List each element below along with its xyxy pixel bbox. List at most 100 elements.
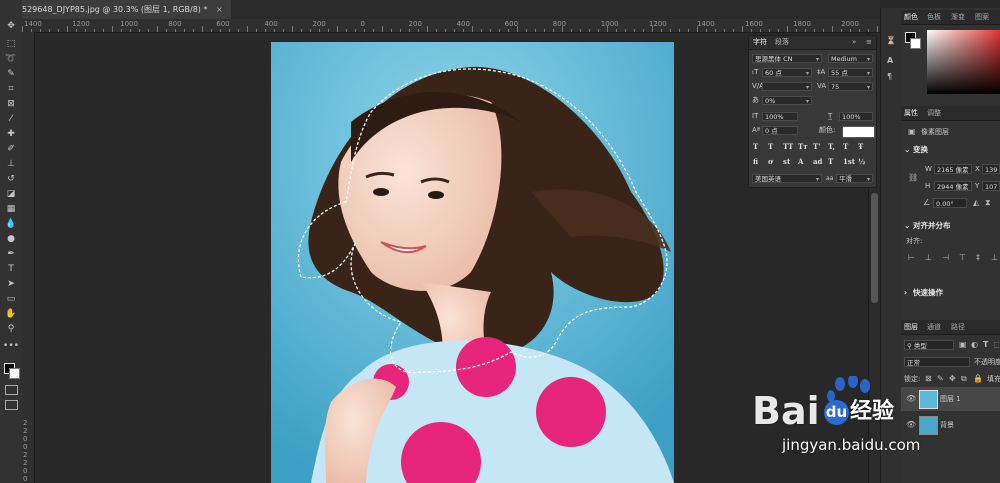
pen-tool-icon[interactable]: ✒ (4, 248, 18, 260)
align-left-icon[interactable]: ⊢ (908, 253, 915, 263)
tab-gradient[interactable]: 渐变 (951, 10, 965, 24)
scrollbar-thumb[interactable] (871, 193, 878, 303)
tab-patterns[interactable]: 图案 (975, 10, 989, 24)
width-field[interactable]: 2165 像素 (934, 164, 972, 174)
tab-properties[interactable]: 属性 (904, 106, 918, 120)
flip-vertical-icon[interactable]: ⧗ (985, 198, 991, 208)
more-tools-icon[interactable]: ••• (3, 340, 19, 352)
opentype-button[interactable]: ½ (858, 157, 865, 166)
align-middle-v-icon[interactable]: ‡ (976, 253, 980, 263)
vertical-scale-field[interactable]: 100% (762, 112, 798, 121)
align-top-icon[interactable]: ⊤ (959, 253, 966, 263)
x-field[interactable]: 139 像 (982, 164, 1000, 174)
document-image[interactable] (271, 42, 674, 483)
leading-field[interactable]: 55 点 ▾ (828, 68, 873, 77)
baseline-shift-field[interactable]: 0 点 (762, 126, 798, 135)
text-style-button[interactable]: T (753, 142, 758, 151)
panel-menu-icon[interactable]: ≡ (866, 36, 872, 49)
text-style-button[interactable]: Tт (798, 142, 808, 151)
history-brush-tool-icon[interactable]: ↺ (4, 173, 18, 185)
text-style-button[interactable]: T, (828, 142, 835, 151)
text-style-button[interactable]: TT (783, 142, 793, 151)
rectangle-tool-icon[interactable]: ▭ (4, 293, 18, 305)
tab-character[interactable]: 字符 (753, 36, 767, 49)
align-center-h-icon[interactable]: ⊥ (925, 253, 932, 263)
move-tool-icon[interactable]: ✥ (4, 20, 18, 32)
kerning-field[interactable]: ▾ (762, 82, 812, 91)
lasso-tool-icon[interactable]: ➰ (4, 53, 18, 65)
dodge-tool-icon[interactable]: ● (4, 233, 18, 245)
text-style-button[interactable]: T (843, 142, 848, 151)
font-style-select[interactable]: Medium ▾ (828, 54, 873, 63)
tsume-field[interactable]: 0% ▾ (762, 96, 812, 105)
text-color-swatch[interactable] (842, 126, 875, 138)
antialias-select[interactable]: 平滑 ▾ (836, 174, 873, 183)
close-icon[interactable]: × (216, 5, 223, 14)
eraser-tool-icon[interactable]: ◪ (4, 188, 18, 200)
healing-brush-tool-icon[interactable]: ✚ (4, 128, 18, 140)
align-toggle-icon[interactable]: ⌄ (904, 221, 910, 231)
clone-stamp-tool-icon[interactable]: ⊥ (4, 158, 18, 170)
screen-mode-icon[interactable] (5, 400, 18, 410)
height-field[interactable]: 2944 像素 (934, 181, 972, 191)
tracking-field[interactable]: 75 ▾ (828, 82, 873, 91)
character-panel-icon[interactable]: A (887, 56, 893, 66)
tab-adjustments[interactable]: 调整 (927, 106, 941, 120)
lock-all-icon[interactable]: 🔒 (973, 374, 983, 384)
angle-field[interactable]: 0.00° (933, 198, 967, 208)
transform-toggle-icon[interactable]: ⌄ (904, 145, 910, 155)
zoom-tool-icon[interactable]: ⚲ (4, 323, 18, 335)
flip-horizontal-icon[interactable]: ◭ (973, 198, 979, 208)
tab-swatches[interactable]: 色板 (927, 10, 941, 24)
link-icon[interactable]: ⛓ (908, 173, 918, 183)
quick-select-tool-icon[interactable]: ✎ (4, 68, 18, 80)
opentype-button[interactable]: fi (753, 157, 758, 166)
document-tab[interactable]: 529648_DJYP85.jpg @ 30.3% (图层 1, RGB/8) … (22, 0, 231, 19)
quick-actions-toggle-icon[interactable]: › (904, 288, 907, 298)
quick-mask-icon[interactable] (5, 385, 18, 395)
opentype-button[interactable]: st (783, 157, 790, 166)
filter-type-icon[interactable]: T (983, 340, 988, 350)
text-style-button[interactable]: Ŧ (858, 142, 863, 151)
align-right-icon[interactable]: ⊣ (942, 253, 949, 263)
tab-layers[interactable]: 图层 (904, 320, 918, 334)
lock-artboard-icon[interactable]: ⧉ (961, 374, 967, 384)
crop-tool-icon[interactable]: ⌗ (4, 83, 18, 95)
background-color-chip[interactable] (910, 38, 921, 49)
marquee-tool-icon[interactable]: ⬚ (4, 38, 18, 50)
frame-tool-icon[interactable]: ⊠ (4, 98, 18, 110)
opentype-button[interactable]: 1st (843, 157, 855, 166)
opentype-button[interactable]: T (828, 157, 833, 166)
font-family-select[interactable]: 思源黑体 CN ▾ (752, 54, 822, 63)
filter-adjustment-icon[interactable]: ◐ (971, 340, 978, 350)
canvas-area[interactable] (35, 33, 868, 483)
horizontal-scale-field[interactable]: 100% (839, 112, 873, 121)
history-icon[interactable]: ⌛ (886, 36, 896, 46)
paragraph-panel-icon[interactable]: ¶ (887, 72, 892, 82)
text-style-button[interactable]: T (768, 142, 773, 151)
filter-shape-icon[interactable]: ⬚ (994, 340, 1000, 350)
type-tool-icon[interactable]: T (4, 263, 18, 275)
gradient-tool-icon[interactable]: ▦ (4, 203, 18, 215)
color-picker-field[interactable] (927, 30, 1000, 94)
y-field[interactable]: 107 像 (982, 181, 1000, 191)
language-select[interactable]: 美国英语 ▾ (752, 174, 822, 183)
tab-channels[interactable]: 通道 (927, 320, 941, 334)
opentype-button[interactable]: ơ (768, 157, 773, 166)
filter-pixel-icon[interactable]: ▣ (959, 340, 967, 350)
collapse-icon[interactable]: » (852, 36, 856, 49)
align-bottom-icon[interactable]: ⊥ (991, 253, 998, 263)
tab-paths[interactable]: 路径 (951, 320, 965, 334)
brush-tool-icon[interactable]: ✐ (4, 143, 18, 155)
background-color-swatch[interactable] (9, 368, 20, 379)
tab-paragraph[interactable]: 段落 (775, 36, 789, 49)
blur-tool-icon[interactable]: 💧 (4, 218, 18, 230)
blend-mode-select[interactable]: 正常 (904, 357, 970, 367)
text-style-button[interactable]: T' (813, 142, 820, 151)
path-select-tool-icon[interactable]: ➤ (4, 278, 18, 290)
tab-color[interactable]: 颜色 (904, 10, 918, 24)
opentype-button[interactable]: A (798, 157, 803, 166)
layer-filter-select[interactable]: ⚲ 类型 (904, 340, 954, 350)
font-size-field[interactable]: 60 点 ▾ (762, 68, 812, 77)
eyedropper-tool-icon[interactable]: ⁄ (4, 113, 18, 125)
